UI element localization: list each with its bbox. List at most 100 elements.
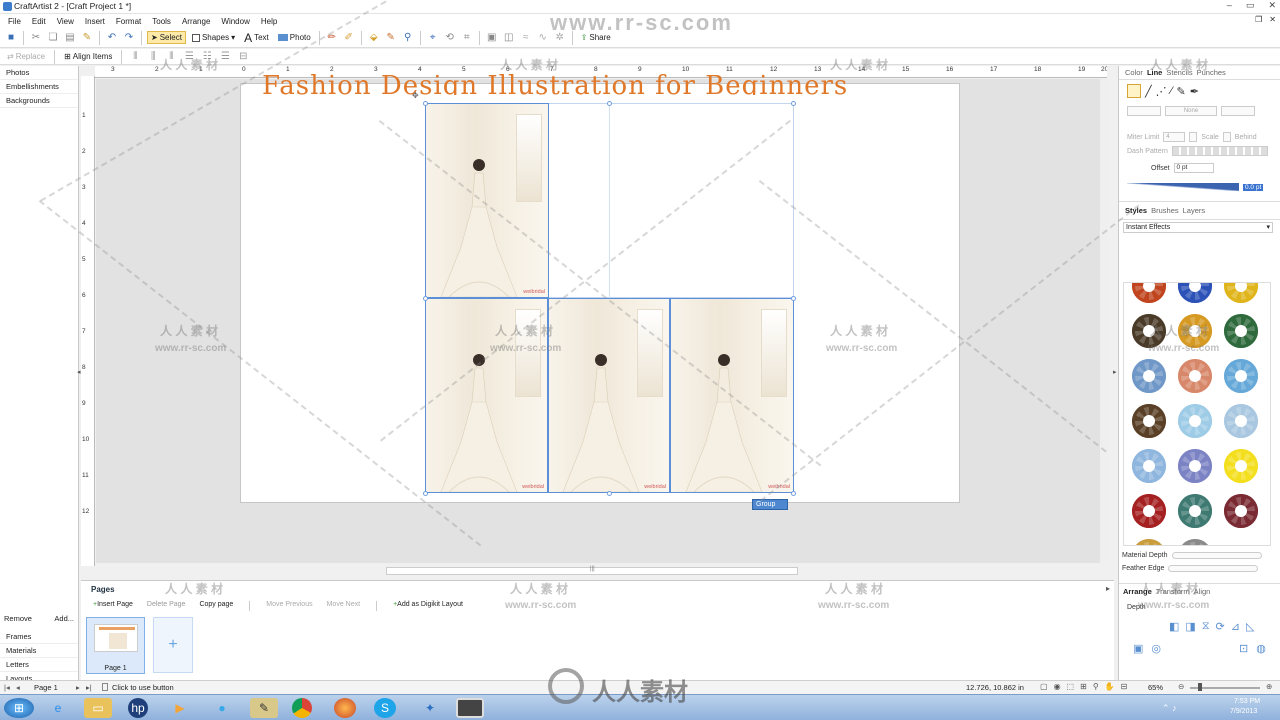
tab-frames[interactable]: Frames	[0, 630, 78, 644]
tray-icons[interactable]: ⌃ ♪	[1162, 703, 1177, 714]
file-explorer-icon[interactable]: ▭	[84, 698, 112, 718]
align-bottom-icon[interactable]: ☰	[218, 50, 232, 64]
clock-date[interactable]: 7/9/2013	[1230, 708, 1257, 715]
align-center-icon[interactable]: ⫼	[146, 50, 160, 64]
style-swatch[interactable]	[1224, 404, 1258, 438]
page-thumbnail[interactable]: Page 1	[86, 617, 145, 674]
feather-edge-slider[interactable]	[1168, 565, 1259, 572]
zoom-tool-icon[interactable]: ⚲	[1093, 682, 1099, 691]
save-icon[interactable]: ■	[4, 31, 18, 45]
pan-tool-icon[interactable]: ✋	[1105, 682, 1115, 691]
behind-checkbox[interactable]	[1222, 132, 1231, 142]
miter-input[interactable]: 4	[1163, 132, 1186, 142]
view-options-icon[interactable]: ⊟	[1121, 682, 1128, 691]
line-type-dropdown[interactable]: None	[1165, 106, 1217, 116]
style-swatch[interactable]	[1132, 283, 1166, 303]
line-dot-icon[interactable]: ⁄	[1171, 85, 1173, 97]
menu-insert[interactable]: Insert	[85, 17, 105, 26]
copy-icon[interactable]: ❏	[46, 31, 60, 45]
insert-page-button[interactable]: +Insert Page	[93, 601, 133, 611]
selection-handle[interactable]	[607, 101, 612, 106]
zoom-slider-thumb[interactable]	[1198, 683, 1202, 691]
delete-page-button[interactable]: Delete Page	[147, 601, 186, 611]
crop-icon[interactable]: ⌗	[460, 31, 474, 45]
style-swatch[interactable]	[1224, 494, 1258, 528]
photo-frame[interactable]: weibridal	[548, 298, 670, 493]
add-digikit-button[interactable]: +Add as Digikit Layout	[393, 601, 463, 611]
tab-color[interactable]: Color	[1125, 68, 1143, 77]
bring-forward-icon[interactable]: ◨	[1185, 620, 1195, 633]
style-swatch[interactable]	[1224, 283, 1258, 303]
move-handle-icon[interactable]: ✥	[412, 91, 419, 100]
style-swatch[interactable]	[1178, 359, 1212, 393]
page-indicator[interactable]: Page 1	[34, 683, 58, 692]
line-start-dropdown[interactable]	[1127, 106, 1161, 116]
zoom-in-icon[interactable]: ⊕	[1266, 682, 1272, 691]
weight-value[interactable]: 0.0 pt	[1243, 183, 1264, 191]
flip-horizontal-icon[interactable]: ⊿	[1231, 620, 1240, 633]
style-swatch[interactable]	[1132, 494, 1166, 528]
style-swatch[interactable]	[1132, 359, 1166, 393]
first-page-icon[interactable]: |◂	[4, 683, 10, 692]
clock-time[interactable]: 7:53 PM	[1234, 698, 1260, 705]
shapes-tool-button[interactable]: Shapes ▾	[189, 32, 238, 43]
vertical-scrollbar[interactable]	[1100, 79, 1108, 563]
selection-handle[interactable]	[607, 491, 612, 496]
pages-collapse-icon[interactable]: ▸	[1106, 584, 1110, 593]
minimize-icon[interactable]: –	[1227, 0, 1232, 11]
format-painter-icon[interactable]: ✎	[80, 31, 94, 45]
curve-icon[interactable]: ∿	[536, 31, 550, 45]
tab-letters[interactable]: Letters	[0, 658, 78, 672]
doc-restore-icon[interactable]: ❐	[1255, 15, 1262, 24]
menu-edit[interactable]: Edit	[32, 17, 46, 26]
align-left-icon[interactable]: ⫴	[128, 50, 142, 64]
replace-button[interactable]: ⇄ Replace	[4, 51, 48, 62]
offset-input[interactable]: 0 pt	[1173, 163, 1214, 173]
zoom-out-icon[interactable]: ⊖	[1178, 682, 1184, 691]
menu-help[interactable]: Help	[261, 17, 277, 26]
style-swatch[interactable]	[1178, 283, 1212, 303]
empty-frame-outline[interactable]	[548, 103, 794, 298]
pencil-icon[interactable]: ✎	[384, 31, 398, 45]
skype-icon[interactable]: S	[374, 698, 396, 718]
maximize-icon[interactable]: ▭	[1246, 0, 1255, 11]
view-fit-icon[interactable]: ⬚	[1067, 682, 1075, 691]
tab-embellishments[interactable]: Embellishments	[0, 80, 78, 94]
scroll-grip-icon[interactable]: |||	[590, 566, 595, 572]
menu-file[interactable]: File	[8, 17, 21, 26]
line-end-dropdown[interactable]	[1221, 106, 1255, 116]
flip-vertical-icon[interactable]: ◺	[1246, 620, 1254, 633]
flip-icon[interactable]: ⧖	[1202, 620, 1210, 633]
remove-button[interactable]: Remove	[4, 614, 32, 623]
selection-handle[interactable]	[423, 101, 428, 106]
ungroup-icon[interactable]: ◎	[1151, 642, 1161, 655]
menu-tools[interactable]: Tools	[152, 17, 171, 26]
add-button[interactable]: Add...	[54, 614, 74, 623]
doc-close-icon[interactable]: ✕	[1269, 15, 1276, 24]
move-previous-button[interactable]: Move Previous	[266, 601, 312, 611]
dash-pattern-editor[interactable]	[1171, 146, 1268, 156]
lock-icon[interactable]: ⊡	[1239, 642, 1248, 655]
text-tool-button[interactable]: A Text	[241, 30, 272, 46]
collapse-right-icon[interactable]: ▸	[1113, 368, 1117, 376]
craftartist-taskbar-icon[interactable]: ✦	[416, 698, 444, 718]
start-button-icon[interactable]: ⊞	[4, 698, 34, 718]
select-tool-button[interactable]: ➤ Select	[147, 31, 186, 44]
selection-handle[interactable]	[423, 296, 428, 301]
last-page-icon[interactable]: ▸|	[86, 683, 92, 692]
undo-icon[interactable]: ↶	[105, 31, 119, 45]
internet-explorer-icon[interactable]: e	[44, 698, 72, 718]
material-depth-slider[interactable]	[1171, 552, 1262, 559]
next-page-icon[interactable]: ▸	[76, 683, 80, 692]
style-swatch[interactable]	[1224, 449, 1258, 483]
page-title-text[interactable]: Fashion Design Illustration for Beginner…	[262, 73, 922, 95]
tab-layers[interactable]: Layers	[1183, 206, 1206, 215]
style-swatch[interactable]	[1178, 449, 1212, 483]
menu-format[interactable]: Format	[116, 17, 141, 26]
style-swatch[interactable]	[1224, 314, 1258, 348]
style-swatch[interactable]	[1132, 404, 1166, 438]
collapse-left-icon[interactable]: ◂	[77, 368, 81, 376]
line-dash-icon[interactable]: ⋰	[1156, 85, 1167, 98]
style-swatch[interactable]	[1178, 404, 1212, 438]
utility-app-icon[interactable]: ✎	[250, 698, 278, 718]
